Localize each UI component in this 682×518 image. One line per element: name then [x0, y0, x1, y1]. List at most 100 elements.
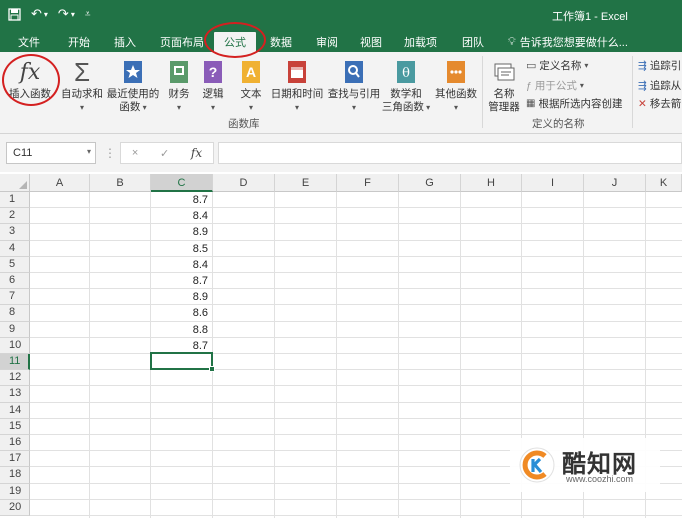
logical-button[interactable]: ? 逻辑 ▾ — [198, 58, 228, 114]
gridline-vertical — [398, 192, 399, 518]
cancel-icon[interactable]: × — [132, 147, 138, 159]
column-header-e[interactable]: E — [275, 174, 337, 192]
select-all-button[interactable] — [0, 174, 30, 192]
row-header-4[interactable]: 4 — [0, 240, 30, 257]
tell-me-box[interactable]: 💡︎ 告诉我您想要做什么... — [508, 34, 628, 50]
recent-functions-button[interactable]: 最近使用的 函数 ▾ — [106, 58, 160, 114]
window-title: 工作簿1 - Excel — [552, 11, 628, 23]
cell-c6[interactable]: 8.7 — [151, 273, 212, 289]
row-header-7[interactable]: 7 — [0, 289, 30, 306]
row-header-10[interactable]: 10 — [0, 337, 30, 354]
lookup-book-icon — [342, 58, 366, 86]
redo-icon[interactable]: ↷ ▾ — [58, 6, 75, 22]
text-button[interactable]: A 文本 ▾ — [236, 58, 266, 114]
cell-c3[interactable]: 8.9 — [151, 224, 212, 240]
row-header-14[interactable]: 14 — [0, 402, 30, 419]
trace-precedents-button[interactable]: ⇶ 追踪引 — [638, 58, 681, 73]
gridline-horizontal — [30, 239, 682, 241]
formula-buttons: × ✓ fx — [120, 142, 214, 164]
tab-page-layout[interactable]: 页面布局 — [160, 34, 204, 50]
column-header-c[interactable]: C — [151, 174, 213, 192]
ribbon-separator — [632, 56, 633, 128]
tab-addins[interactable]: 加载项 — [404, 34, 437, 50]
tab-team[interactable]: 团队 — [462, 34, 484, 50]
autosum-button[interactable]: Σ 自动求和 ▾ — [60, 58, 104, 114]
math-trig-button[interactable]: θ 数学和 三角函数 ▾ — [380, 58, 432, 114]
name-manager-button[interactable]: 名称 管理器 — [486, 58, 522, 114]
column-header-i[interactable]: I — [522, 174, 584, 192]
fx-icon[interactable]: fx — [191, 146, 202, 160]
gridline-horizontal — [30, 369, 682, 371]
tab-file[interactable]: 文件 — [18, 34, 40, 50]
name-box[interactable]: C11 ▾ — [6, 142, 96, 164]
formula-icon: ƒ — [526, 79, 532, 92]
column-header-a[interactable]: A — [30, 174, 90, 192]
row-header-11[interactable]: 11 — [0, 354, 30, 371]
column-header-k[interactable]: K — [646, 174, 682, 192]
row-header-9[interactable]: 9 — [0, 321, 30, 338]
row-header-6[interactable]: 6 — [0, 273, 30, 290]
undo-icon[interactable]: ↶ ▾ — [31, 6, 48, 22]
chevron-down-icon: ▾ — [579, 81, 584, 90]
chevron-down-icon: ▾ — [453, 103, 458, 112]
fill-handle[interactable] — [209, 366, 215, 372]
row-header-2[interactable]: 2 — [0, 208, 30, 225]
tab-view[interactable]: 视图 — [360, 34, 382, 50]
financial-label: 财务 — [168, 88, 190, 100]
customize-qat-icon[interactable]: ⩡ — [85, 9, 91, 20]
lookup-label: 查找与引用 — [327, 88, 381, 100]
row-header-19[interactable]: 19 — [0, 483, 30, 500]
cell-c2[interactable]: 8.4 — [151, 208, 212, 224]
define-name-button[interactable]: ▭ 定义名称 ▾ — [526, 58, 588, 73]
row-header-17[interactable]: 17 — [0, 451, 30, 468]
row-header-1[interactable]: 1 — [0, 192, 30, 209]
column-header-h[interactable]: H — [461, 174, 522, 192]
active-cell-c11[interactable] — [150, 352, 213, 370]
cell-c8[interactable]: 8.6 — [151, 305, 212, 321]
trace-dependents-button[interactable]: ⇶ 追踪从 — [638, 78, 681, 93]
cell-c5[interactable]: 8.4 — [151, 257, 212, 273]
cell-c1[interactable]: 8.7 — [151, 192, 212, 208]
save-icon[interactable] — [8, 7, 21, 21]
more-functions-button[interactable]: 其他函数 ▾ — [432, 58, 480, 114]
gridline-horizontal — [30, 223, 682, 225]
row-header-5[interactable]: 5 — [0, 256, 30, 273]
chevron-down-icon[interactable]: ▾ — [87, 147, 91, 156]
row-header-12[interactable]: 12 — [0, 370, 30, 387]
column-header-j[interactable]: J — [584, 174, 646, 192]
formula-input[interactable] — [218, 142, 682, 164]
column-header-f[interactable]: F — [337, 174, 399, 192]
tab-home[interactable]: 开始 — [68, 34, 90, 50]
cell-c4[interactable]: 8.5 — [151, 241, 212, 257]
svg-text:A: A — [246, 64, 256, 80]
calendar-book-icon — [285, 58, 309, 86]
cell-c9[interactable]: 8.8 — [151, 322, 212, 338]
row-header-15[interactable]: 15 — [0, 418, 30, 435]
math-trig-label-2: 三角函数 — [381, 101, 424, 113]
column-header-d[interactable]: D — [213, 174, 275, 192]
datetime-button[interactable]: 日期和时间 ▾ — [268, 58, 326, 114]
cell-c7[interactable]: 8.9 — [151, 289, 212, 305]
tab-review[interactable]: 审阅 — [316, 34, 338, 50]
column-header-b[interactable]: B — [90, 174, 151, 192]
financial-button[interactable]: 财务 ▾ — [164, 58, 194, 114]
row-header-3[interactable]: 3 — [0, 224, 30, 241]
financial-book-icon — [167, 58, 191, 86]
tab-data[interactable]: 数据 — [270, 34, 292, 50]
create-from-selection-button[interactable]: ▦ 根据所选内容创建 — [526, 96, 622, 111]
row-header-20[interactable]: 20 — [0, 499, 30, 516]
gridline-horizontal — [30, 353, 682, 354]
more-book-icon — [444, 58, 468, 86]
chevron-down-icon: ▾ — [248, 103, 253, 112]
tab-insert[interactable]: 插入 — [114, 34, 136, 50]
enter-icon[interactable]: ✓ — [160, 147, 169, 160]
chevron-down-icon: ▾ — [351, 103, 356, 112]
column-header-g[interactable]: G — [399, 174, 461, 192]
row-header-13[interactable]: 13 — [0, 386, 30, 403]
row-header-18[interactable]: 18 — [0, 467, 30, 484]
use-in-formula-button[interactable]: ƒ 用于公式 ▾ — [526, 78, 584, 93]
lookup-button[interactable]: 查找与引用 ▾ — [326, 58, 382, 114]
remove-arrows-button[interactable]: ✕ 移去箭 — [638, 96, 681, 111]
row-header-8[interactable]: 8 — [0, 305, 30, 322]
row-header-16[interactable]: 16 — [0, 435, 30, 452]
